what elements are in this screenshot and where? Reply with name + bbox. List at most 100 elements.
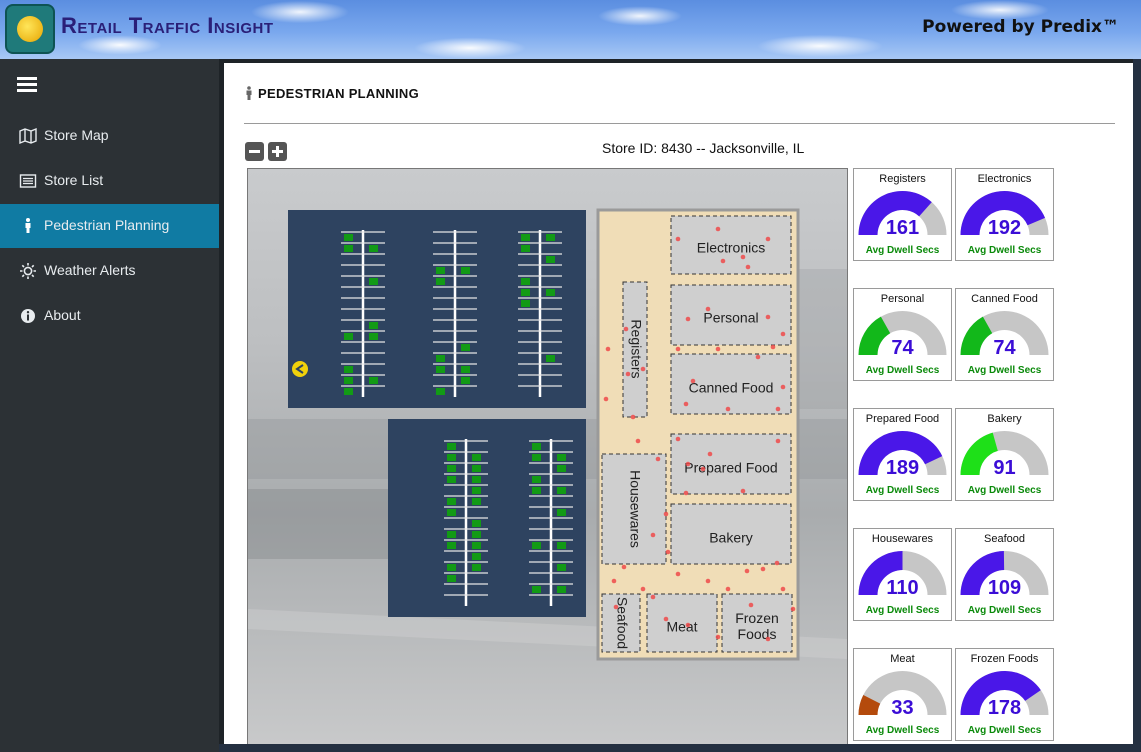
parked-car <box>472 553 481 560</box>
pedestrian-dot <box>685 622 691 628</box>
parked-car <box>344 245 353 252</box>
store-map[interactable]: Electronics Personal Canned Food Prepared F… <box>247 168 848 745</box>
pedestrian-dot <box>611 578 617 584</box>
entrance-marker-icon[interactable] <box>292 361 308 377</box>
parked-car <box>369 333 378 340</box>
gauge-subtitle: Avg Dwell Secs <box>967 485 1042 496</box>
parked-car <box>472 564 481 571</box>
gauge-value: 178 <box>987 697 1022 719</box>
dwell-gauge-frozen-foods[interactable]: Frozen Foods 178 Avg Dwell Secs <box>955 648 1054 741</box>
department-label: Meat <box>666 619 697 635</box>
pedestrian-dot <box>640 366 646 372</box>
gauge-title: Housewares <box>871 533 934 545</box>
dwell-gauge-meat[interactable]: Meat 33 Avg Dwell Secs <box>853 648 952 741</box>
dwell-gauge-prepared-food[interactable]: Prepared Food 189 Avg Dwell Secs <box>853 408 952 501</box>
store-id-label: Store ID: 8430 -- Jacksonville, IL <box>602 140 805 156</box>
parked-car <box>344 366 353 373</box>
pedestrian-dot <box>650 532 656 538</box>
parked-car <box>472 542 481 549</box>
pedestrian-dot <box>765 236 771 242</box>
parked-car <box>521 234 530 241</box>
pedestrian-dot <box>760 566 766 572</box>
parked-car <box>436 267 445 274</box>
department-label: Personal <box>703 310 758 326</box>
gauge-title: Registers <box>879 173 926 185</box>
department-label: Bakery <box>709 530 753 546</box>
pedestrian-dot <box>675 571 681 577</box>
pedestrian-dot <box>650 594 656 600</box>
parked-car <box>369 377 378 384</box>
parked-car <box>472 454 481 461</box>
pedestrian-dot <box>770 344 776 350</box>
main-content: PEDESTRIAN PLANNING Store ID: 8430 -- Ja… <box>224 63 1133 752</box>
hamburger-menu-icon[interactable] <box>17 77 37 93</box>
sidebar-item-weather-alerts[interactable]: Weather Alerts <box>0 249 219 293</box>
gauge-subtitle: Avg Dwell Secs <box>865 485 940 496</box>
gauge-subtitle: Avg Dwell Secs <box>865 605 940 616</box>
gauge-title: Bakery <box>987 413 1022 425</box>
gauge-value: 110 <box>886 577 919 599</box>
parked-car <box>472 487 481 494</box>
pedestrian-dot <box>774 560 780 566</box>
parked-car <box>557 564 566 571</box>
list-icon <box>19 174 37 188</box>
dwell-gauge-seafood[interactable]: Seafood 109 Avg Dwell Secs <box>955 528 1054 621</box>
parked-car <box>436 278 445 285</box>
gauge-subtitle: Avg Dwell Secs <box>865 365 940 376</box>
dwell-gauge-registers[interactable]: Registers 161 Avg Dwell Secs <box>853 168 952 261</box>
department-label: Housewares <box>627 470 643 548</box>
parked-car <box>532 476 541 483</box>
gauge-title: Personal <box>880 293 925 305</box>
dwell-gauge-canned-food[interactable]: Canned Food 74 Avg Dwell Secs <box>955 288 1054 381</box>
parked-car <box>546 289 555 296</box>
parked-car <box>369 278 378 285</box>
pedestrian-dot <box>663 616 669 622</box>
pedestrian-dot <box>705 578 711 584</box>
gauge-subtitle: Avg Dwell Secs <box>865 725 940 736</box>
pedestrian-dot <box>765 314 771 320</box>
parked-car <box>344 234 353 241</box>
pedestrian-dot <box>613 604 619 610</box>
pedestrian-dot <box>685 461 691 467</box>
pedestrian-dot <box>720 258 726 264</box>
gauge-title: Electronics <box>977 173 1032 185</box>
dwell-gauge-housewares[interactable]: Housewares 110 Avg Dwell Secs <box>853 528 952 621</box>
pedestrian-dot <box>655 456 661 462</box>
parked-car <box>447 454 456 461</box>
parked-car <box>532 443 541 450</box>
gauge-value: 109 <box>987 577 1022 599</box>
sidebar-item-pedestrian-planning[interactable]: Pedestrian Planning <box>0 204 219 248</box>
sidebar-item-about[interactable]: About <box>0 294 219 338</box>
pedestrian-dot <box>790 606 796 612</box>
app-title: Retail Traffic Insight <box>61 13 274 38</box>
parked-car <box>447 509 456 516</box>
gauge-value: 74 <box>891 337 914 359</box>
parked-car <box>436 388 445 395</box>
parked-car <box>461 377 470 384</box>
gauge-title: Canned Food <box>971 293 1038 305</box>
dwell-gauge-electronics[interactable]: Electronics 192 Avg Dwell Secs <box>955 168 1054 261</box>
sidebar-item-label: About <box>44 307 81 323</box>
pedestrian-dot <box>685 316 691 322</box>
parked-car <box>557 454 566 461</box>
zoom-out-button[interactable] <box>245 142 264 161</box>
dwell-gauge-personal[interactable]: Personal 74 Avg Dwell Secs <box>853 288 952 381</box>
parked-car <box>472 531 481 538</box>
sidebar-item-store-list[interactable]: Store List <box>0 159 219 203</box>
pedestrian-dot <box>725 586 731 592</box>
department-label: Electronics <box>697 240 765 256</box>
sidebar: Store Map Store List Pedestrian Planning… <box>0 59 219 752</box>
dwell-gauge-bakery[interactable]: Bakery 91 Avg Dwell Secs <box>955 408 1054 501</box>
department-label: Canned Food <box>689 380 774 396</box>
pedestrian-dot <box>623 326 629 332</box>
pedestrian-dot <box>630 414 636 420</box>
pedestrian-dot <box>775 438 781 444</box>
pedestrian-dot <box>725 406 731 412</box>
parked-car <box>532 586 541 593</box>
pedestrian-dot <box>765 636 771 642</box>
sun-logo-icon <box>17 16 43 42</box>
parked-car <box>521 278 530 285</box>
department-label: Prepared Food <box>684 460 777 476</box>
zoom-in-button[interactable] <box>268 142 287 161</box>
sidebar-item-store-map[interactable]: Store Map <box>0 114 219 158</box>
